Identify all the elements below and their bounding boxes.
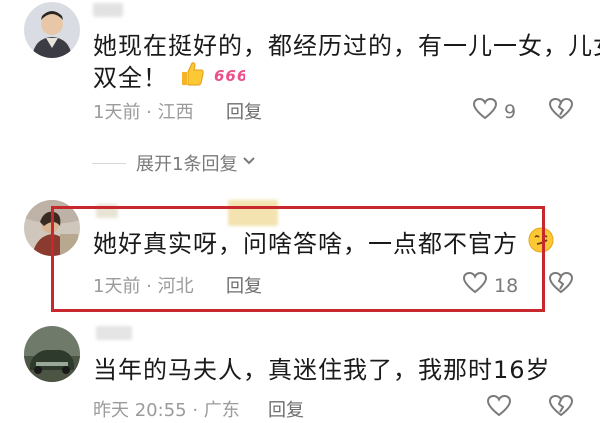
- expand-divider: [92, 162, 126, 164]
- comment-text-line2: 双全！ 666: [93, 60, 248, 98]
- username-blurred: [96, 326, 132, 340]
- svg-text:666: 666: [214, 67, 245, 85]
- comment-text: 当年的马夫人，真迷住我了，我那时16岁: [93, 356, 551, 384]
- like-button[interactable]: 9: [472, 97, 516, 126]
- dislike-button[interactable]: [548, 97, 574, 125]
- thumbs-up-emoji: [177, 60, 205, 98]
- comment-meta: 1天前 · 江西: [93, 102, 194, 123]
- heart-icon: [472, 97, 498, 126]
- comment-meta: 昨天 20:55 · 广东: [93, 400, 240, 421]
- highlight-box: [51, 206, 545, 312]
- comment-text: 她现在挺好的，都经历过的，有一儿一女，儿女: [93, 32, 600, 60]
- like-count: 9: [504, 100, 517, 123]
- reply-button[interactable]: 回复: [268, 396, 304, 422]
- avatar[interactable]: [24, 326, 80, 382]
- reply-button[interactable]: 回复: [226, 98, 262, 124]
- 666-sticker: 666: [213, 61, 247, 97]
- dislike-button[interactable]: [548, 271, 574, 299]
- broken-heart-icon: [548, 97, 574, 125]
- chevron-down-icon: [241, 153, 257, 174]
- heart-icon: [486, 394, 512, 423]
- avatar[interactable]: [24, 2, 80, 58]
- expand-replies-label: 展开1条回复: [136, 154, 238, 175]
- username-blurred: [93, 3, 123, 17]
- dislike-button[interactable]: [548, 394, 574, 422]
- like-button[interactable]: [486, 394, 512, 423]
- broken-heart-icon: [548, 271, 574, 299]
- expand-replies-button[interactable]: 展开1条回复: [92, 150, 257, 176]
- broken-heart-icon: [548, 394, 574, 422]
